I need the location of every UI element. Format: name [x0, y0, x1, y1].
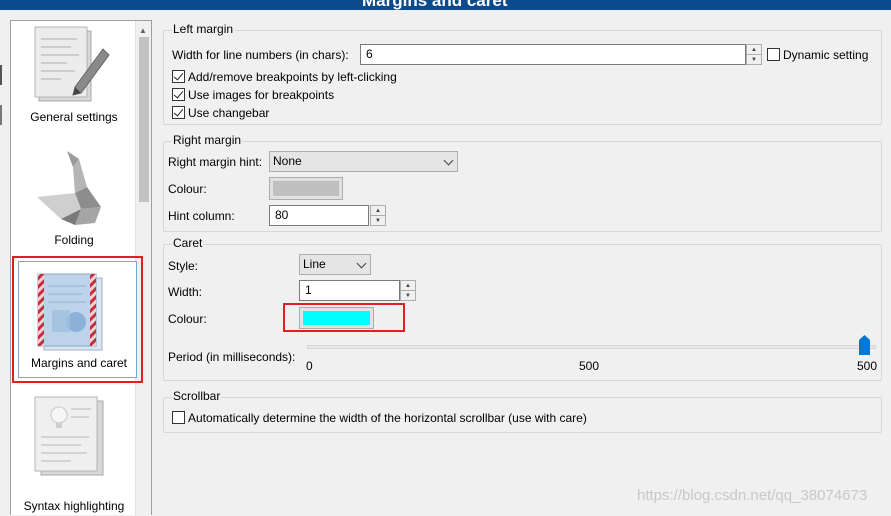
chevron-down-icon: [443, 155, 454, 166]
right-margin-hint-select[interactable]: None: [269, 151, 458, 172]
caret-width-spinner[interactable]: ▲ ▼: [400, 280, 416, 301]
hint-column-spinner[interactable]: ▲ ▼: [370, 205, 386, 226]
spin-up-icon[interactable]: ▲: [371, 206, 385, 216]
hint-column-label: Hint column:: [168, 209, 235, 223]
line-numbers-width-input[interactable]: 6: [360, 44, 746, 65]
caret-width-label: Width:: [168, 285, 203, 299]
document-pencil-icon: [34, 26, 110, 102]
period-tick-label: 500: [857, 359, 878, 373]
group-title: Caret: [172, 236, 204, 250]
breakpoint-images-checkbox[interactable]: [172, 88, 185, 101]
caret-colour-button[interactable]: [299, 307, 374, 329]
right-margin-colour-label: Colour:: [168, 182, 207, 196]
caret-period-slider-thumb[interactable]: [859, 335, 870, 355]
hint-column-input[interactable]: 80: [269, 205, 369, 226]
line-numbers-label: Width for line numbers (in chars):: [172, 48, 349, 62]
selected-value: None: [273, 154, 302, 168]
scroll-up-arrow-icon[interactable]: ▲: [139, 26, 147, 35]
sidebar-item-label: General settings: [30, 110, 118, 124]
group-title: Scrollbar: [172, 389, 222, 403]
right-margin-colour-button[interactable]: [269, 177, 343, 200]
edge-mark: [0, 105, 2, 125]
scrollbar-thumb[interactable]: [139, 37, 149, 202]
dynamic-setting-label: Dynamic setting: [783, 48, 869, 62]
auto-scrollbar-width-label: Automatically determine the width of the…: [188, 411, 587, 425]
spin-up-icon[interactable]: ▲: [401, 281, 415, 291]
left-edge-strip: [0, 10, 10, 515]
caret-style-label: Style:: [168, 259, 199, 273]
caret-width-input[interactable]: 1: [299, 280, 400, 301]
breakpoint-images-label: Use images for breakpoints: [188, 88, 335, 102]
right-margin-hint-label: Right margin hint:: [168, 155, 263, 169]
period-tick-label: 500: [579, 359, 600, 373]
changebar-checkbox[interactable]: [172, 106, 185, 119]
breakpoints-click-checkbox[interactable]: [172, 70, 185, 83]
caret-period-slider-track[interactable]: [307, 345, 876, 349]
sidebar-item-label: Syntax highlighting: [23, 499, 125, 513]
spin-down-icon[interactable]: ▼: [401, 291, 415, 301]
title-bar: Margins and caret: [0, 0, 891, 10]
period-tick-label: 0: [306, 359, 313, 373]
window-title: Margins and caret: [362, 0, 508, 10]
margins-page-icon: [37, 273, 103, 351]
watermark: https://blog.csdn.net/qq_38074673: [637, 487, 868, 504]
caret-style-select[interactable]: Line: [299, 254, 371, 275]
colour-swatch: [303, 311, 370, 325]
settings-sidebar: ▲ General settings Folding Margins and c…: [10, 20, 152, 515]
sidebar-item-folding[interactable]: Folding: [11, 143, 135, 258]
origami-bird-icon: [37, 151, 101, 225]
colour-swatch: [273, 181, 339, 196]
lightbulb-page-icon: [34, 396, 104, 476]
group-title: Right margin: [172, 133, 243, 147]
edge-mark: [0, 65, 2, 85]
sidebar-item-margins-and-caret[interactable]: Margins and caret: [12, 256, 143, 383]
spin-up-icon[interactable]: ▲: [747, 45, 761, 55]
line-numbers-spinner[interactable]: ▲ ▼: [746, 44, 762, 65]
sidebar-item-general-settings[interactable]: General settings: [11, 21, 135, 136]
sidebar-item-label: Folding: [54, 233, 94, 247]
spin-down-icon[interactable]: ▼: [371, 216, 385, 226]
changebar-label: Use changebar: [188, 106, 270, 120]
caret-period-label: Period (in milliseconds):: [168, 350, 296, 364]
breakpoints-click-label: Add/remove breakpoints by left-clicking: [188, 70, 397, 84]
auto-scrollbar-width-checkbox[interactable]: [172, 411, 185, 424]
chevron-down-icon: [356, 258, 367, 269]
sidebar-item-syntax-highlighting[interactable]: Syntax highlighting: [11, 393, 135, 516]
selected-value: Line: [303, 257, 326, 271]
group-title: Left margin: [172, 22, 235, 36]
spin-down-icon[interactable]: ▼: [747, 55, 761, 65]
dynamic-setting-checkbox[interactable]: [767, 48, 780, 61]
sidebar-item-label: Margins and caret: [30, 356, 128, 370]
caret-colour-label: Colour:: [168, 312, 207, 326]
